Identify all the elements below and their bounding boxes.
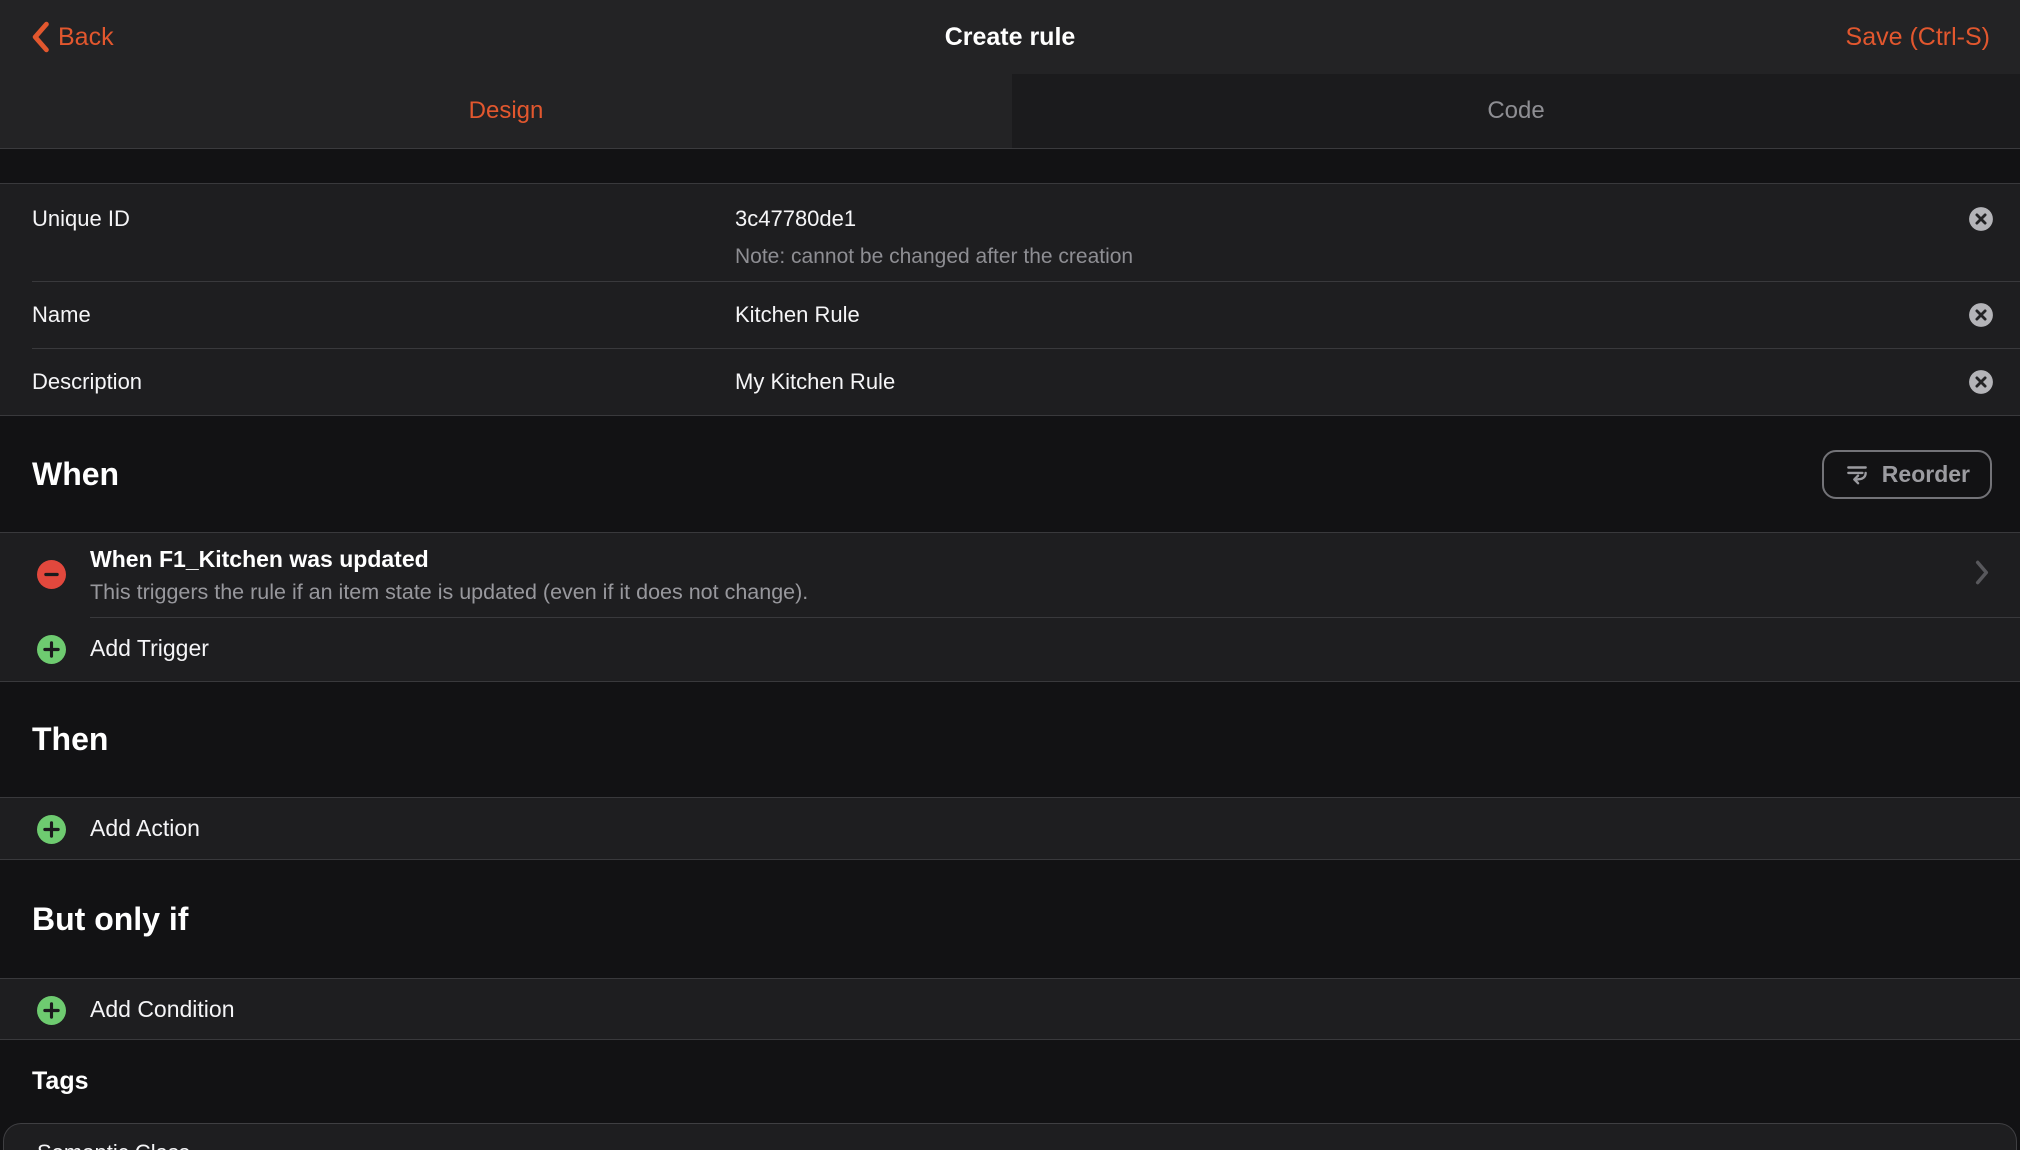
navbar: Back Create rule Save (Ctrl-S) — [0, 0, 2020, 74]
actions-list: Add Action — [0, 797, 2020, 860]
add-icon — [37, 815, 66, 844]
spacer — [0, 149, 2020, 183]
tab-bar: Design Code — [0, 74, 2020, 149]
unique-id-note: Note: cannot be changed after the creati… — [735, 245, 1133, 269]
clear-description-button[interactable] — [1968, 369, 1994, 395]
add-icon — [37, 996, 66, 1025]
clear-name-button[interactable] — [1968, 302, 1994, 328]
page-title: Create rule — [0, 23, 2020, 52]
add-icon — [37, 635, 66, 664]
back-chevron-icon — [30, 21, 50, 53]
rule-properties-list: Unique ID 3c47780de1 Note: cannot be cha… — [0, 183, 2020, 416]
when-title: When — [32, 456, 119, 493]
reorder-label: Reorder — [1882, 461, 1970, 488]
then-section-header: Then — [0, 682, 2020, 797]
triggers-list: When F1_Kitchen was updated This trigger… — [0, 532, 2020, 682]
clear-unique-id-button[interactable] — [1968, 206, 1994, 232]
name-row[interactable]: Name Kitchen Rule — [0, 282, 2020, 348]
description-label: Description — [32, 369, 142, 395]
add-trigger-label: Add Trigger — [90, 635, 209, 662]
reorder-button[interactable]: Reorder — [1822, 450, 1992, 499]
tab-design[interactable]: Design — [0, 74, 1012, 148]
chevron-right-icon — [1974, 560, 1990, 591]
tags-title: Tags — [32, 1067, 89, 1096]
when-section-header: When Reorder — [0, 416, 2020, 532]
add-action-label: Add Action — [90, 815, 200, 842]
trigger-description: This triggers the rule if an item state … — [90, 580, 808, 605]
add-action-button[interactable]: Add Action — [0, 798, 2020, 859]
unique-id-label: Unique ID — [32, 206, 130, 232]
description-input[interactable]: My Kitchen Rule — [735, 369, 895, 395]
then-title: Then — [32, 721, 108, 758]
name-label: Name — [32, 302, 91, 328]
description-row[interactable]: Description My Kitchen Rule — [0, 349, 2020, 415]
trigger-title: When F1_Kitchen was updated — [90, 546, 429, 573]
condition-section-header: But only if — [0, 860, 2020, 978]
add-condition-label: Add Condition — [90, 996, 235, 1023]
unique-id-row[interactable]: Unique ID 3c47780de1 Note: cannot be cha… — [0, 184, 2020, 281]
but-only-if-title: But only if — [32, 901, 188, 938]
trigger-item[interactable]: When F1_Kitchen was updated This trigger… — [0, 533, 2020, 617]
semantic-class-label: Semantic Class — [37, 1140, 190, 1150]
add-trigger-button[interactable]: Add Trigger — [0, 618, 2020, 681]
tags-section-header: Tags — [0, 1040, 2020, 1123]
name-input[interactable]: Kitchen Rule — [735, 302, 860, 328]
tab-code[interactable]: Code — [1012, 74, 2020, 148]
back-label: Back — [58, 23, 114, 52]
reorder-icon — [1844, 462, 1870, 486]
unique-id-input[interactable]: 3c47780de1 — [735, 206, 856, 232]
remove-trigger-icon[interactable] — [37, 560, 66, 589]
add-condition-button[interactable]: Add Condition — [0, 979, 2020, 1039]
semantic-class-row[interactable]: Semantic Class — [3, 1123, 2017, 1150]
conditions-list: Add Condition — [0, 978, 2020, 1040]
save-button[interactable]: Save (Ctrl-S) — [1846, 23, 1990, 52]
back-button[interactable]: Back — [30, 21, 114, 53]
